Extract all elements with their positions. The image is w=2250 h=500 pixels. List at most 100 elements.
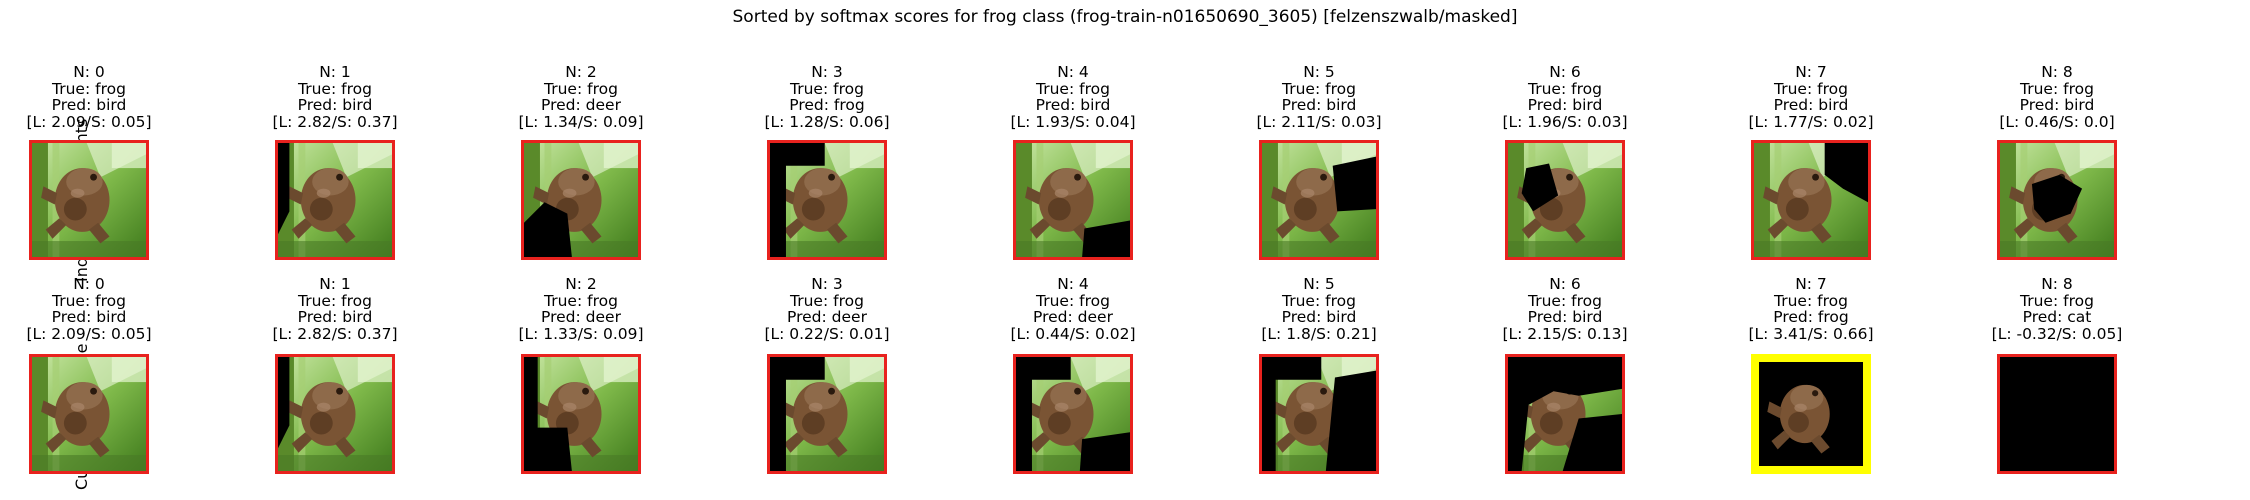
panel-index: N: 5 [1303,275,1335,293]
panel-true-label: True: frog [1036,291,1110,310]
segment-panel: N: 4 True: frog Pred: bird [L: 1.93/S: 0.04… [983,64,1163,130]
panel-index: N: 8 [2041,63,2073,81]
panel-scores: [L: 1.77/S: 0.02] [1748,112,1874,131]
panel-prediction: Pred: bird [2019,96,2095,114]
masked-thumbnail [29,354,149,474]
panel-prediction: Pred: frog [1773,308,1849,326]
panel-index: N: 3 [811,275,843,293]
segment-panel: N: 1 True: frog Pred: bird [L: 2.82/S: 0.37… [245,276,425,342]
panel-scores: [L: 0.44/S: 0.02] [1010,324,1136,343]
panel-title: N: 2 True: frog Pred: deer [L: 1.34/S: 0.09… [491,64,671,130]
panel-title: N: 3 True: frog Pred: deer [L: 0.22/S: 0.01… [737,276,917,342]
panel-prediction: Pred: bird [1035,96,1111,114]
panel-scores: [L: 1.93/S: 0.04] [1010,112,1136,131]
panel-title: N: 2 True: frog Pred: deer [L: 1.33/S: 0.09… [491,276,671,342]
panel-title: N: 0 True: frog Pred: bird [L: 2.09/S: 0.05… [0,276,179,342]
panel-index: N: 2 [565,275,597,293]
panel-index: N: 6 [1549,275,1581,293]
panel-index: N: 3 [811,63,843,81]
panel-true-label: True: frog [1282,79,1356,98]
panel-index: N: 1 [319,63,351,81]
panel-scores: [L: 1.8/S: 0.21] [1261,324,1377,343]
segment-panel: N: 0 True: frog Pred: bird [L: 2.09/S: 0.05… [0,276,179,342]
panel-true-label: True: frog [298,291,372,310]
panel-index: N: 4 [1057,63,1089,81]
masked-thumbnail [275,140,395,260]
panel-scores: [L: 3.41/S: 0.66] [1748,324,1874,343]
panel-true-label: True: frog [790,291,864,310]
panel-true-label: True: frog [790,79,864,98]
panel-index: N: 7 [1795,275,1827,293]
panel-title: N: 7 True: frog Pred: bird [L: 1.77/S: 0.02… [1721,64,1901,130]
panel-index: N: 6 [1549,63,1581,81]
panel-index: N: 5 [1303,63,1335,81]
panel-scores: [L: 0.46/S: 0.0] [1999,112,2115,131]
segment-panel: N: 3 True: frog Pred: deer [L: 0.22/S: 0.01… [737,276,917,342]
segment-panel: N: 5 True: frog Pred: bird [L: 1.8/S: 0.21] [1229,276,1409,342]
segment-panel: N: 5 True: frog Pred: bird [L: 2.11/S: 0.03… [1229,64,1409,130]
panel-true-label: True: frog [1774,291,1848,310]
panel-true-label: True: frog [52,79,126,98]
panel-true-label: True: frog [1282,291,1356,310]
panel-index: N: 2 [565,63,597,81]
panel-scores: [L: 1.28/S: 0.06] [764,112,890,131]
panel-prediction: Pred: bird [1773,96,1849,114]
panel-prediction: Pred: deer [787,308,867,326]
panel-title: N: 7 True: frog Pred: frog [L: 3.41/S: 0.66… [1721,276,1901,342]
panel-prediction: Pred: deer [541,96,621,114]
masked-thumbnail [1751,140,1871,260]
panel-prediction: Pred: deer [1033,308,1113,326]
panel-scores: [L: 2.09/S: 0.05] [26,112,152,131]
panel-index: N: 7 [1795,63,1827,81]
panel-title: N: 4 True: frog Pred: bird [L: 1.93/S: 0.04… [983,64,1163,130]
segment-panel: N: 7 True: frog Pred: bird [L: 1.77/S: 0.02… [1721,64,1901,130]
panel-index: N: 0 [73,275,105,293]
segment-panel: N: 0 True: frog Pred: bird [L: 2.09/S: 0.05… [0,64,179,130]
segment-panel: N: 6 True: frog Pred: bird [L: 1.96/S: 0.03… [1475,64,1655,130]
segment-panel: N: 6 True: frog Pred: bird [L: 2.15/S: 0.13… [1475,276,1655,342]
masked-thumbnail [1505,140,1625,260]
masked-thumbnail [767,354,887,474]
panel-title: N: 4 True: frog Pred: deer [L: 0.44/S: 0.02… [983,276,1163,342]
panel-prediction: Pred: frog [789,96,865,114]
panel-title: N: 5 True: frog Pred: bird [L: 2.11/S: 0.03… [1229,64,1409,130]
masked-thumbnail [1505,354,1625,474]
panel-prediction: Pred: cat [2022,308,2092,326]
figure-title: Sorted by softmax scores for frog class … [732,7,1518,27]
panel-true-label: True: frog [1528,79,1602,98]
masked-thumbnail [29,140,149,260]
panel-true-label: True: frog [298,79,372,98]
panel-true-label: True: frog [2020,291,2094,310]
panel-prediction: Pred: bird [1281,96,1357,114]
masked-thumbnail [1259,140,1379,260]
panel-title: N: 8 True: frog Pred: bird [L: 0.46/S: 0.0] [1967,64,2147,130]
panel-true-label: True: frog [1528,291,1602,310]
panel-title: N: 6 True: frog Pred: bird [L: 1.96/S: 0.03… [1475,64,1655,130]
masked-thumbnail [1013,354,1133,474]
panel-scores: [L: 2.11/S: 0.03] [1256,112,1382,131]
panel-title: N: 3 True: frog Pred: frog [L: 1.28/S: 0.06… [737,64,917,130]
panel-scores: [L: -0.32/S: 0.05] [1991,324,2123,343]
panel-scores: [L: 2.15/S: 0.13] [1502,324,1628,343]
panel-index: N: 0 [73,63,105,81]
segment-panel: N: 1 True: frog Pred: bird [L: 2.82/S: 0.37… [245,64,425,130]
masked-thumbnail [275,354,395,474]
masked-thumbnail [767,140,887,260]
panel-prediction: Pred: deer [541,308,621,326]
panel-true-label: True: frog [544,79,618,98]
segment-panel: N: 8 True: frog Pred: cat [L: -0.32/S: 0.05… [1967,276,2147,342]
panel-true-label: True: frog [52,291,126,310]
panel-index: N: 1 [319,275,351,293]
segment-panel: N: 3 True: frog Pred: frog [L: 1.28/S: 0.06… [737,64,917,130]
panel-title: N: 5 True: frog Pred: bird [L: 1.8/S: 0.21] [1229,276,1409,342]
segment-panel: N: 2 True: frog Pred: deer [L: 1.34/S: 0.09… [491,64,671,130]
panel-scores: [L: 2.82/S: 0.37] [272,112,398,131]
masked-thumbnail [521,354,641,474]
highlighted-thumbnail [1751,354,1871,474]
panel-scores: [L: 1.96/S: 0.03] [1502,112,1628,131]
panel-prediction: Pred: bird [297,308,373,326]
segment-panel: N: 8 True: frog Pred: bird [L: 0.46/S: 0.0] [1967,64,2147,130]
panel-scores: [L: 0.22/S: 0.01] [764,324,890,343]
panel-prediction: Pred: bird [297,96,373,114]
panel-prediction: Pred: bird [51,308,127,326]
